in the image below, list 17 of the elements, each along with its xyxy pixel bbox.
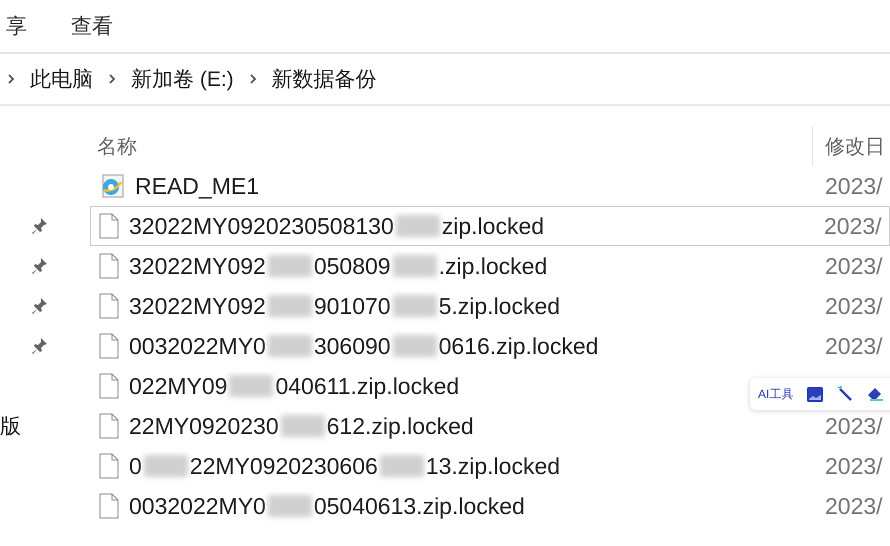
file-name: 0 22MY0920230606 13.zip.locked xyxy=(129,452,560,480)
file-name: 0032022MY0 05040613.zip.locked xyxy=(129,492,525,520)
modified-date: 2023/ xyxy=(825,492,883,520)
modified-date: 2023/ xyxy=(824,212,882,240)
file-name: 0032022MY0 306090 0616.zip.locked xyxy=(129,332,598,360)
modified-date: 2023/ xyxy=(825,292,883,320)
modified-date: 2023/ xyxy=(825,172,883,200)
modified-date: 2023/ xyxy=(825,252,883,280)
modified-date: 2023/ xyxy=(825,332,883,360)
modified-date: 2023/ xyxy=(825,412,883,440)
file-name: 22MY0920230 612.zip.locked xyxy=(129,412,474,440)
file-name: 32022MY092 901070 5.zip.locked xyxy=(129,292,560,320)
file-name: READ_ME1 xyxy=(135,172,259,200)
file-name: 022MY09 040611.zip.locked xyxy=(129,372,460,400)
file-name: 32022MY092 050809 .zip.locked xyxy=(129,252,548,280)
modified-date: 2023/ xyxy=(825,452,883,480)
file-name: 32022MY0920230508130 zip.locked xyxy=(129,212,544,240)
